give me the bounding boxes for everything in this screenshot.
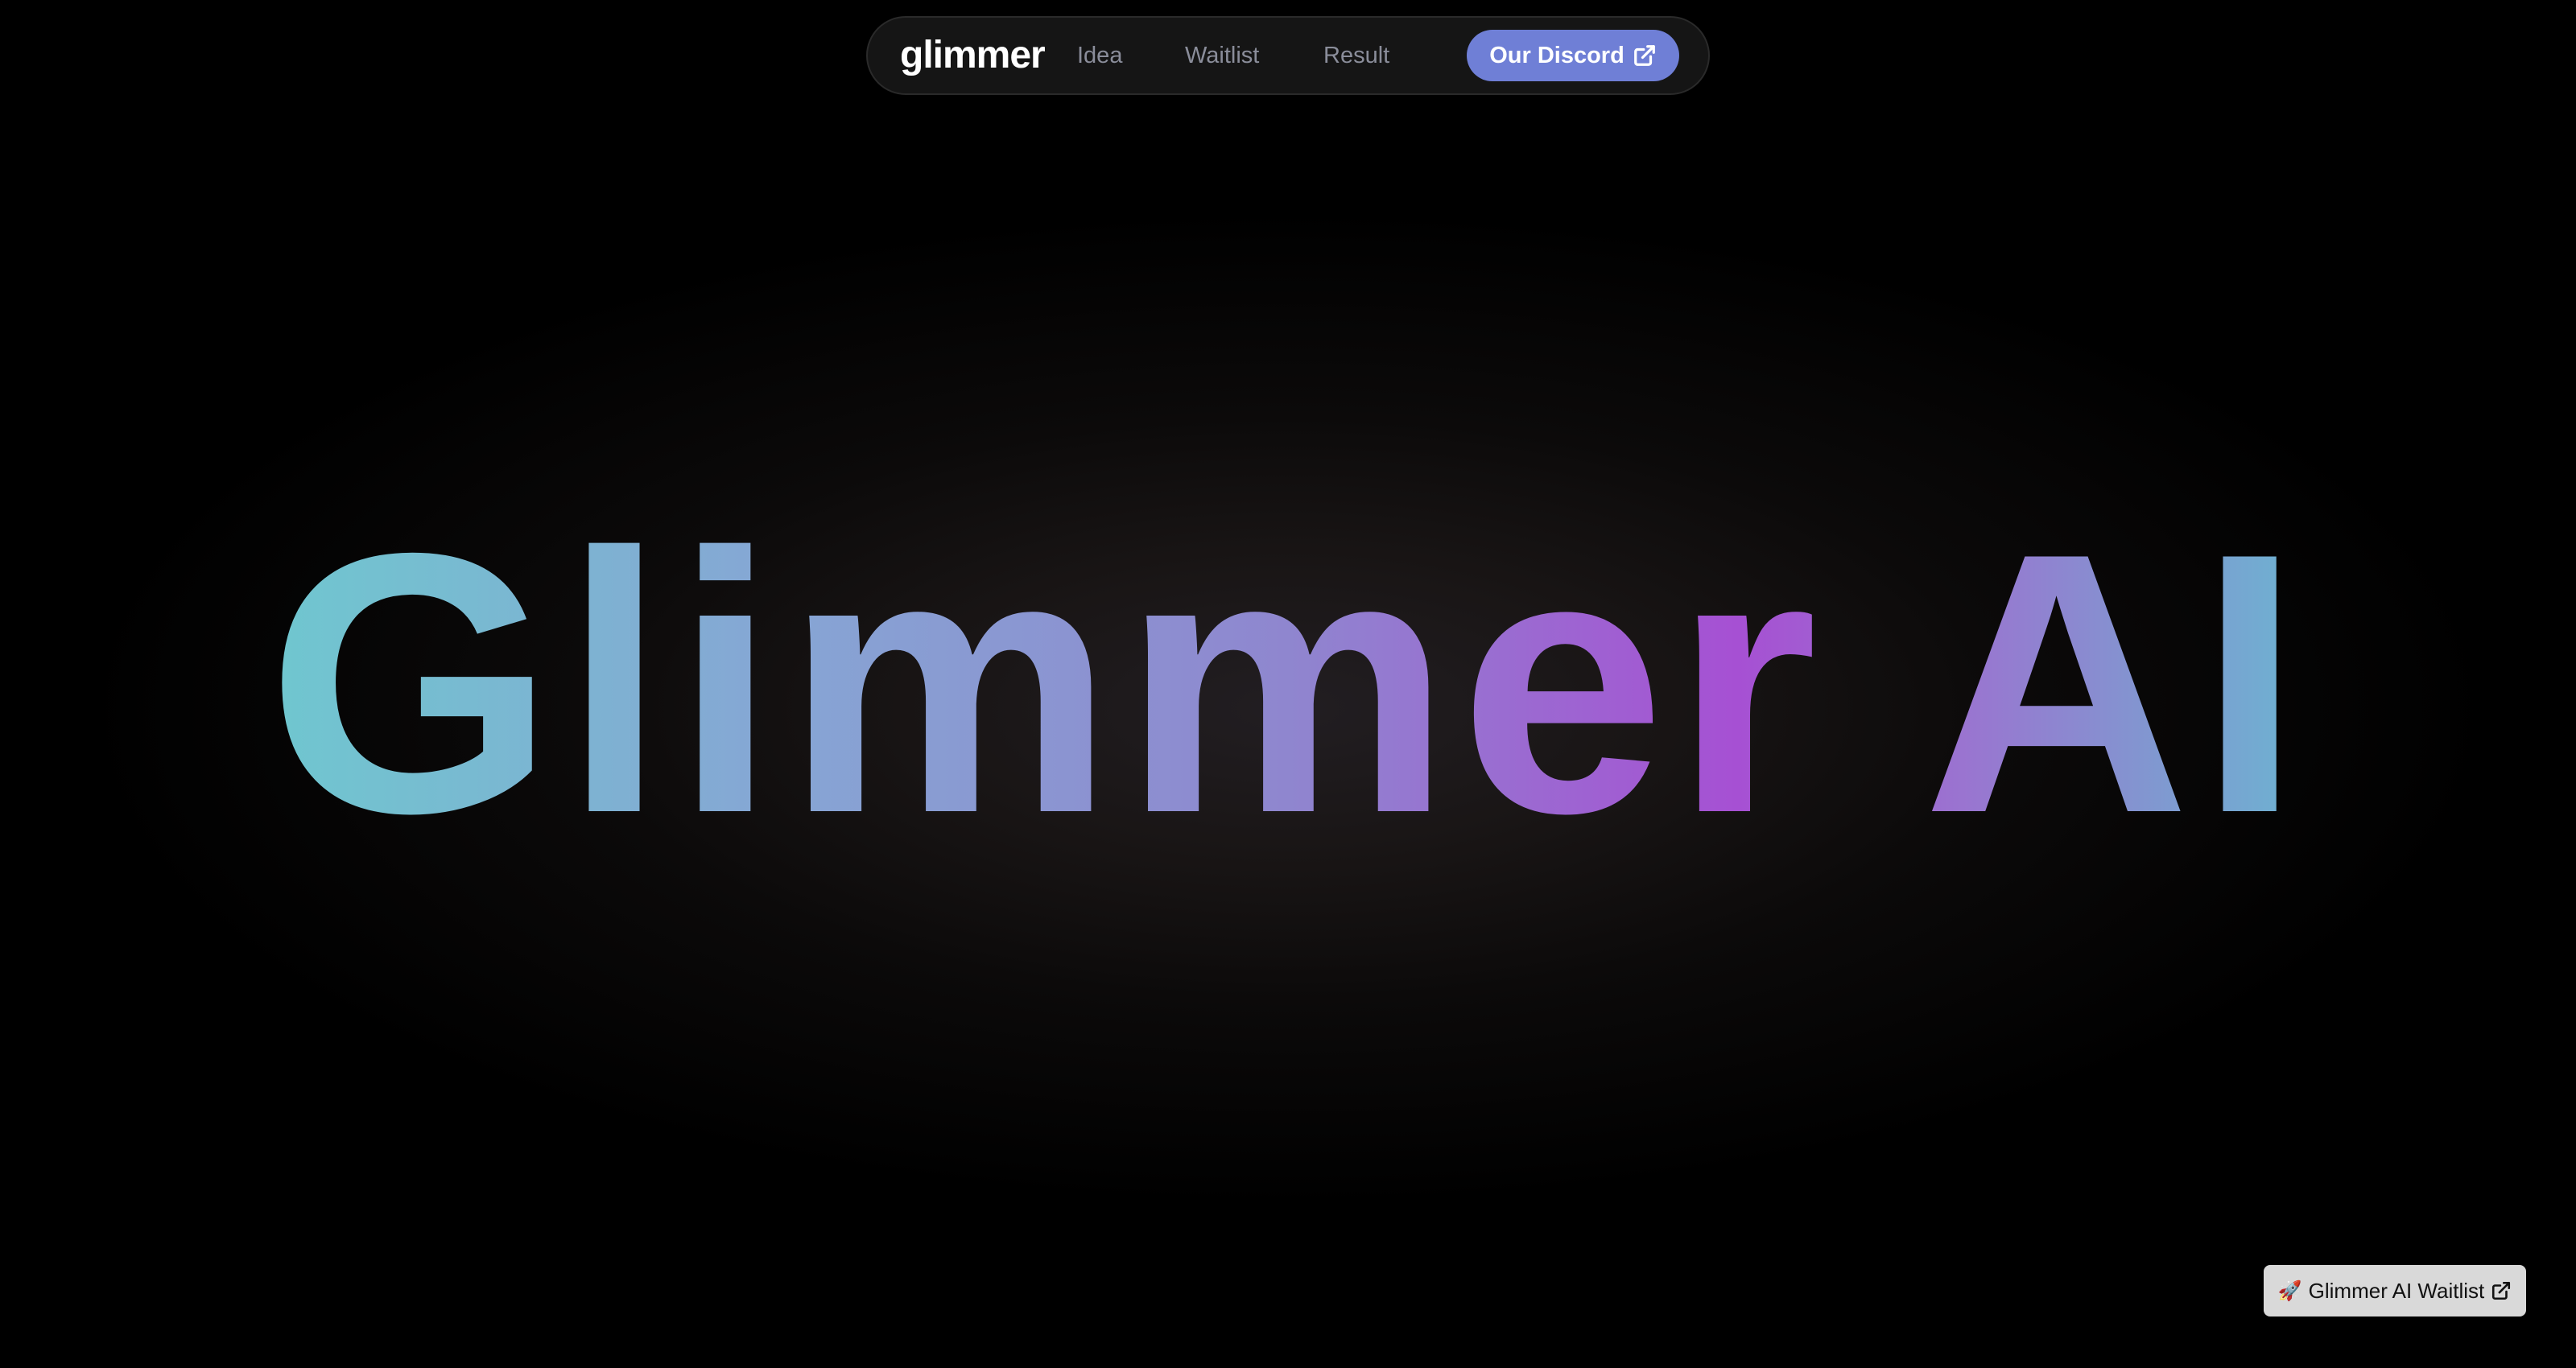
- external-link-icon: [2491, 1280, 2512, 1301]
- page: glimmer Idea Waitlist Result Our Discord…: [0, 0, 2576, 1368]
- rocket-icon: 🚀: [2277, 1279, 2302, 1302]
- brand-logo[interactable]: glimmer: [900, 18, 1046, 93]
- nav-link-result[interactable]: Result: [1323, 18, 1389, 93]
- nav-link-idea[interactable]: Idea: [1077, 18, 1122, 93]
- hero-section: Glimmer AI: [0, 499, 2576, 869]
- external-link-icon: [1633, 43, 1657, 68]
- nav-link-waitlist[interactable]: Waitlist: [1185, 18, 1259, 93]
- hero-title: Glimmer AI: [266, 477, 2310, 890]
- top-nav: glimmer Idea Waitlist Result Our Discord: [866, 16, 1710, 95]
- discord-button[interactable]: Our Discord: [1467, 30, 1679, 81]
- discord-button-label: Our Discord: [1489, 42, 1624, 68]
- waitlist-badge-button[interactable]: 🚀 Glimmer AI Waitlist: [2264, 1265, 2526, 1316]
- waitlist-badge-label: Glimmer AI Waitlist: [2308, 1278, 2485, 1303]
